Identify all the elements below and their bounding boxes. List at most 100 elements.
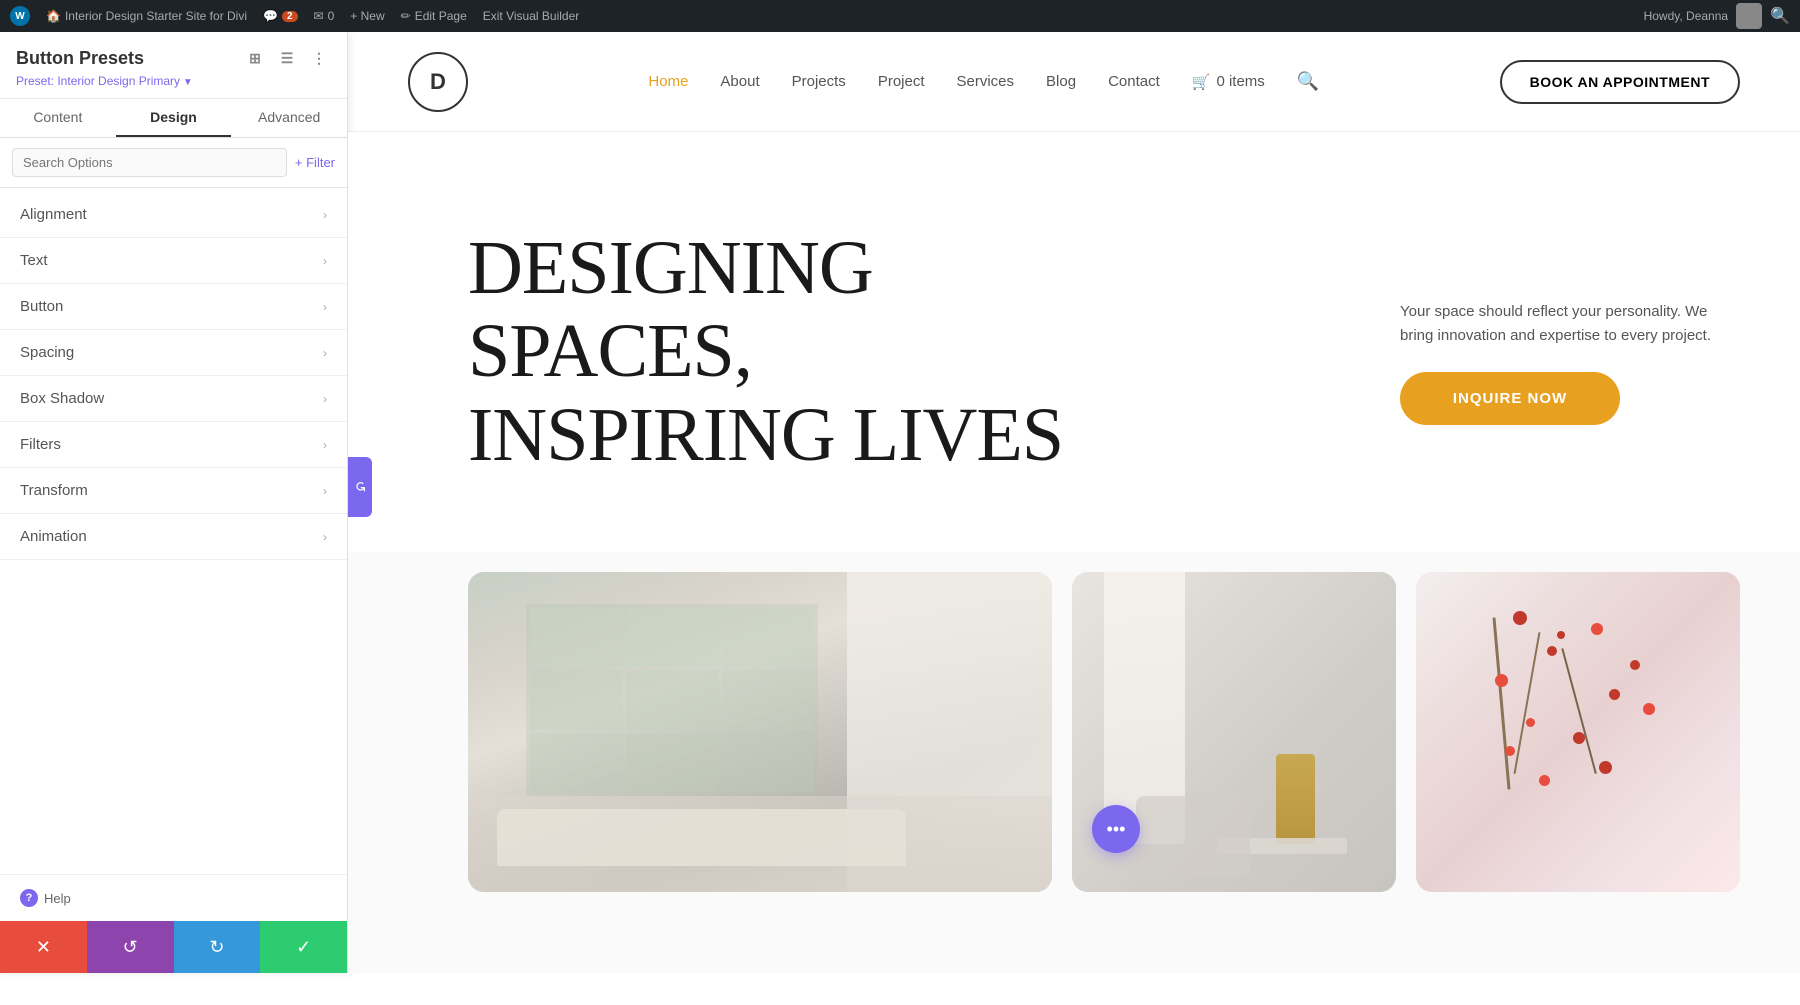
messages-count: 0 [328, 9, 335, 23]
interior-image-1 [468, 572, 1052, 892]
messages-link[interactable]: ✉ 0 [314, 9, 335, 23]
hero-heading-line2: SPACES, [468, 309, 752, 393]
new-label: + New [350, 9, 384, 23]
nav-projects[interactable]: Projects [792, 73, 846, 90]
save-button[interactable]: ✓ [260, 921, 347, 973]
section-alignment[interactable]: Alignment › [0, 192, 347, 238]
admin-bar: W 🏠 Interior Design Starter Site for Div… [0, 0, 1800, 32]
admin-bar-right: Howdy, Deanna 🔍 [1644, 3, 1790, 29]
sidebar-title-text: Button Presets [16, 48, 144, 69]
comments-link[interactable]: 💬 2 [263, 9, 298, 23]
chevron-button-icon: › [323, 300, 327, 314]
help-label: Help [44, 891, 71, 906]
tab-advanced[interactable]: Advanced [231, 99, 347, 137]
hero-heading-line1: DESIGNING [468, 226, 873, 310]
search-wrap [12, 148, 287, 177]
comment-icon: 💬 [263, 9, 278, 23]
interior-img-detail-1 [468, 572, 1052, 892]
chevron-text-icon: › [323, 254, 327, 268]
content-area: D Home About Projects Project Services B… [348, 32, 1800, 973]
section-button[interactable]: Button › [0, 284, 347, 330]
cart-count: 0 items [1216, 73, 1264, 90]
sidebar-search: + Filter [0, 138, 347, 188]
section-animation[interactable]: Animation › [0, 514, 347, 560]
hero-right: Your space should reflect your personali… [1400, 280, 1720, 425]
inquire-now-button[interactable]: INQUIRE NOW [1400, 372, 1620, 425]
wp-logo[interactable]: W [10, 6, 30, 26]
layout-icon[interactable]: ⊞ [243, 46, 267, 70]
redo-button[interactable]: ↻ [174, 921, 261, 973]
cart-icon: 🛒 [1192, 73, 1211, 91]
exit-builder-link[interactable]: Exit Visual Builder [483, 9, 580, 23]
avatar [1736, 3, 1762, 29]
section-spacing-label: Spacing [20, 344, 74, 361]
logo-circle: D [408, 52, 468, 112]
filter-button[interactable]: + Filter [295, 155, 335, 170]
chevron-filters-icon: › [323, 438, 327, 452]
section-text[interactable]: Text › [0, 238, 347, 284]
comments-count: 2 [282, 11, 298, 22]
interior-image-3 [1416, 572, 1740, 892]
book-appointment-button[interactable]: BOOK AN APPOINTMENT [1500, 60, 1740, 104]
search-input[interactable] [12, 148, 287, 177]
nav-project[interactable]: Project [878, 73, 925, 90]
wordpress-icon: W [10, 6, 30, 26]
site-nav: Home About Projects Project Services Blo… [648, 71, 1319, 92]
section-spacing[interactable]: Spacing › [0, 330, 347, 376]
nav-blog[interactable]: Blog [1046, 73, 1076, 90]
nav-services[interactable]: Services [957, 73, 1015, 90]
new-post-link[interactable]: + New [350, 9, 384, 23]
section-transform[interactable]: Transform › [0, 468, 347, 514]
hero-heading: DESIGNING SPACES, INSPIRING LIVES [468, 227, 1340, 478]
float-action-button[interactable]: ••• [1092, 805, 1140, 853]
site-main: DESIGNING SPACES, INSPIRING LIVES Your s… [348, 132, 1800, 973]
tab-design[interactable]: Design [116, 99, 232, 137]
sidebar-tabs: Content Design Advanced [0, 99, 347, 138]
exit-builder-label: Exit Visual Builder [483, 9, 580, 23]
sidebar-sections: Alignment › Text › Button › Spacing › Bo… [0, 188, 347, 874]
close-button[interactable]: ✕ [0, 921, 87, 973]
section-alignment-label: Alignment [20, 206, 87, 223]
sidebar-title-row: Button Presets ⊞ ☰ ⋮ [16, 46, 331, 70]
sidebar-header: Button Presets ⊞ ☰ ⋮ Preset: Interior De… [0, 32, 347, 99]
images-section [348, 552, 1800, 892]
chevron-animation-icon: › [323, 530, 327, 544]
section-text-label: Text [20, 252, 48, 269]
more-icon[interactable]: ⋮ [307, 46, 331, 70]
section-filters[interactable]: Filters › [0, 422, 347, 468]
sidebar-actions: ✕ ↺ ↻ ✓ [0, 921, 347, 973]
search-admin-icon[interactable]: 🔍 [1770, 6, 1790, 26]
site-name: Interior Design Starter Site for Divi [65, 9, 247, 23]
main-container: Button Presets ⊞ ☰ ⋮ Preset: Interior De… [0, 32, 1800, 973]
site-header: D Home About Projects Project Services B… [348, 32, 1800, 132]
undo-button[interactable]: ↺ [87, 921, 174, 973]
site-link[interactable]: 🏠 Interior Design Starter Site for Divi [46, 9, 247, 23]
divi-builder-tab[interactable]: ↺ [348, 457, 372, 517]
nav-search-icon[interactable]: 🔍 [1297, 71, 1319, 92]
section-box-shadow-label: Box Shadow [20, 390, 104, 407]
edit-page-link[interactable]: ✏ Edit Page [401, 9, 467, 23]
sidebar-title-icons: ⊞ ☰ ⋮ [243, 46, 331, 70]
pencil-icon: ✏ [401, 9, 411, 23]
nav-cart[interactable]: 🛒 0 items [1192, 73, 1265, 91]
section-box-shadow[interactable]: Box Shadow › [0, 376, 347, 422]
hero-heading-line3: INSPIRING LIVES [468, 393, 1063, 477]
chevron-spacing-icon: › [323, 346, 327, 360]
nav-about[interactable]: About [720, 73, 759, 90]
divi-tab-icon: ↺ [351, 481, 368, 493]
howdy-label: Howdy, Deanna [1644, 9, 1729, 23]
columns-icon[interactable]: ☰ [275, 46, 299, 70]
tab-content[interactable]: Content [0, 99, 116, 137]
sidebar-help[interactable]: ? Help [0, 874, 347, 921]
section-animation-label: Animation [20, 528, 87, 545]
logo-text: D [430, 69, 446, 95]
edit-page-label: Edit Page [415, 9, 467, 23]
hero-section: DESIGNING SPACES, INSPIRING LIVES Your s… [348, 132, 1800, 552]
preset-label[interactable]: Preset: Interior Design Primary [16, 74, 331, 88]
nav-contact[interactable]: Contact [1108, 73, 1160, 90]
sidebar: Button Presets ⊞ ☰ ⋮ Preset: Interior De… [0, 32, 348, 973]
site-logo: D [408, 52, 468, 112]
chevron-box-shadow-icon: › [323, 392, 327, 406]
nav-home[interactable]: Home [648, 73, 688, 90]
site-icon: 🏠 [46, 9, 61, 23]
